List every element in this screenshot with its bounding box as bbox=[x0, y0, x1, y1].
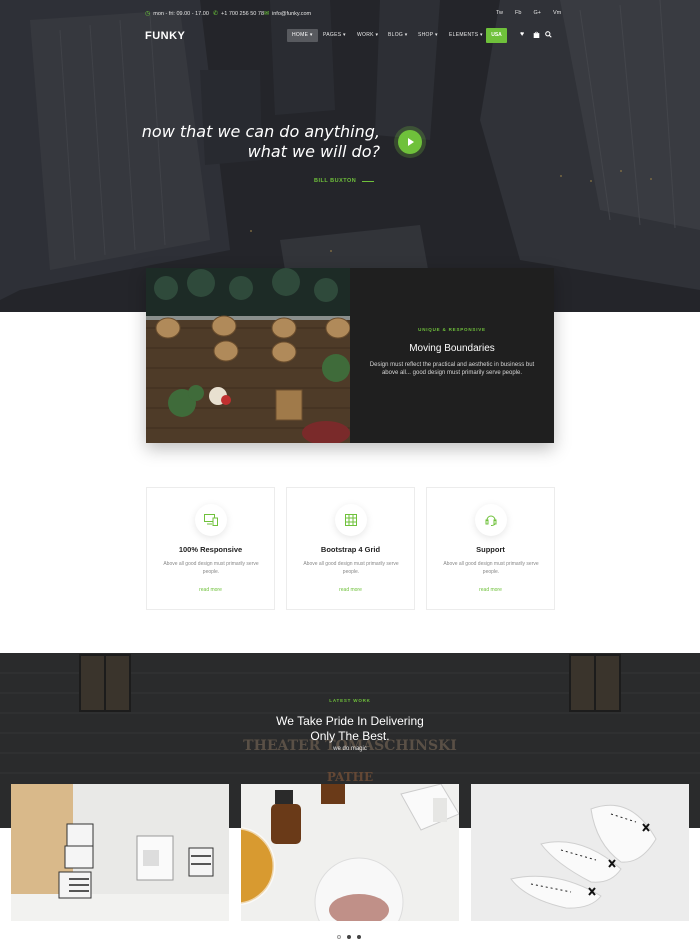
nav-shop-label: SHOP bbox=[418, 32, 434, 38]
nav-elements-label: ELEMENTS bbox=[449, 32, 479, 38]
quote-line-2: what we will do? bbox=[247, 142, 380, 161]
service-icon-circle bbox=[195, 504, 227, 536]
nav-pages-label: PAGES bbox=[323, 32, 342, 38]
grid-icon bbox=[345, 514, 357, 526]
facebook-link[interactable]: Fb bbox=[515, 10, 521, 16]
work-title: We Take Pride In Delivering Only The Bes… bbox=[0, 714, 700, 744]
language-button[interactable]: USA bbox=[486, 28, 507, 43]
nav-work-label: WORK bbox=[357, 32, 374, 38]
top-bar: ◷ mon - fri: 09.00 - 17.00 ✆ +1 700 256 … bbox=[0, 8, 700, 20]
work-title-line-1: We Take Pride In Delivering bbox=[276, 714, 424, 728]
work-subtitle: we do magic bbox=[333, 746, 367, 752]
play-video-button[interactable] bbox=[398, 130, 422, 154]
nav-work[interactable]: WORK ▾ bbox=[352, 29, 383, 42]
author-line bbox=[362, 180, 375, 182]
devices-icon bbox=[204, 514, 218, 526]
feature-card: UNIQUE & RESPONSIVE Moving Boundaries De… bbox=[146, 268, 554, 443]
quote-line-1: now that we can do anything, bbox=[141, 122, 380, 141]
portfolio-item-cosmetics[interactable] bbox=[241, 784, 459, 921]
sneakers-photo bbox=[471, 784, 689, 921]
read-more-link[interactable]: read more bbox=[287, 587, 414, 593]
portfolio-item-cups[interactable] bbox=[11, 784, 229, 921]
service-title: Bootstrap 4 Grid bbox=[320, 545, 381, 554]
nav-pages[interactable]: PAGES ▾ bbox=[318, 29, 351, 42]
nav-home-label: HOME bbox=[292, 32, 309, 38]
main-navbar: FUNKY HOME ▾ PAGES ▾ WORK ▾ BLOG ▾ SHOP … bbox=[0, 28, 700, 44]
phone-icon: ✆ bbox=[213, 11, 219, 17]
restaurant-photo bbox=[146, 268, 350, 443]
site-logo[interactable]: FUNKY bbox=[145, 30, 185, 42]
carousel-dot-1[interactable] bbox=[337, 935, 341, 939]
service-card-grid: Bootstrap 4 Grid Above all good design m… bbox=[286, 487, 415, 610]
carousel-dot-2[interactable] bbox=[347, 935, 351, 939]
social-links: Tw Fb G+ Vm bbox=[496, 10, 561, 16]
search-icon[interactable] bbox=[545, 31, 552, 40]
nav-elements[interactable]: ELEMENTS ▾ bbox=[444, 29, 488, 42]
service-icon-circle bbox=[475, 504, 507, 536]
email-text[interactable]: info@funky.com bbox=[272, 11, 311, 17]
read-more-link[interactable]: read more bbox=[427, 587, 554, 593]
twitter-link[interactable]: Tw bbox=[496, 10, 503, 16]
portfolio-item-sneakers[interactable] bbox=[471, 784, 689, 921]
email-info[interactable]: ✉ info@funky.com bbox=[264, 10, 311, 18]
service-text: Above all good design must primarily ser… bbox=[163, 561, 259, 575]
nav-home[interactable]: HOME ▾ bbox=[287, 29, 318, 42]
read-more-link[interactable]: read more bbox=[147, 587, 274, 593]
bag-icon[interactable] bbox=[533, 31, 540, 40]
phone-info[interactable]: ✆ +1 700 256 50 78 bbox=[213, 10, 264, 18]
service-text: Above all good design must primarily ser… bbox=[443, 561, 539, 575]
nav-blog-label: BLOG bbox=[388, 32, 404, 38]
google-plus-link[interactable]: G+ bbox=[533, 10, 541, 16]
pathe-sign-text: PATHE bbox=[327, 770, 373, 784]
service-card-responsive: 100% Responsive Above all good design mu… bbox=[146, 487, 275, 610]
service-card-support: Support Above all good design must prima… bbox=[426, 487, 555, 610]
work-eyebrow: LATEST WORK bbox=[329, 698, 371, 703]
service-text: Above all good design must primarily ser… bbox=[303, 561, 399, 575]
headset-icon bbox=[485, 515, 497, 526]
feature-eyebrow: UNIQUE & RESPONSIVE bbox=[418, 327, 486, 332]
nav-blog[interactable]: BLOG ▾ bbox=[383, 29, 413, 42]
feature-text: Design must reflect the practical and ae… bbox=[369, 362, 535, 376]
feature-content: UNIQUE & RESPONSIVE Moving Boundaries De… bbox=[350, 268, 554, 443]
carousel-dot-3[interactable] bbox=[357, 935, 361, 939]
service-title: Support bbox=[476, 545, 505, 554]
hero-section: ◷ mon - fri: 09.00 - 17.00 ✆ +1 700 256 … bbox=[0, 0, 700, 312]
restaurant-illustration bbox=[146, 268, 350, 443]
hours-info: ◷ mon - fri: 09.00 - 17.00 bbox=[145, 10, 209, 18]
quote-author: BILL BUXTON bbox=[314, 178, 375, 184]
cups-photo bbox=[11, 784, 229, 921]
author-name: BILL BUXTON bbox=[314, 178, 357, 184]
hero-quote: now that we can do anything, what we wil… bbox=[142, 122, 380, 162]
phone-text[interactable]: +1 700 256 50 78 bbox=[221, 11, 264, 17]
cosmetics-photo bbox=[241, 784, 459, 921]
carousel-dots bbox=[337, 935, 361, 939]
vimeo-link[interactable]: Vm bbox=[553, 10, 561, 16]
mail-icon: ✉ bbox=[264, 11, 270, 17]
heart-icon[interactable]: ♥ bbox=[520, 31, 524, 38]
service-title: 100% Responsive bbox=[178, 545, 243, 554]
play-icon bbox=[408, 138, 414, 146]
nav-shop[interactable]: SHOP ▾ bbox=[413, 29, 443, 42]
work-title-line-2: Only The Best. bbox=[310, 729, 390, 743]
service-icon-circle bbox=[335, 504, 367, 536]
feature-title: Moving Boundaries bbox=[409, 343, 495, 354]
hours-text: mon - fri: 09.00 - 17.00 bbox=[153, 10, 209, 17]
clock-icon: ◷ bbox=[145, 11, 151, 17]
